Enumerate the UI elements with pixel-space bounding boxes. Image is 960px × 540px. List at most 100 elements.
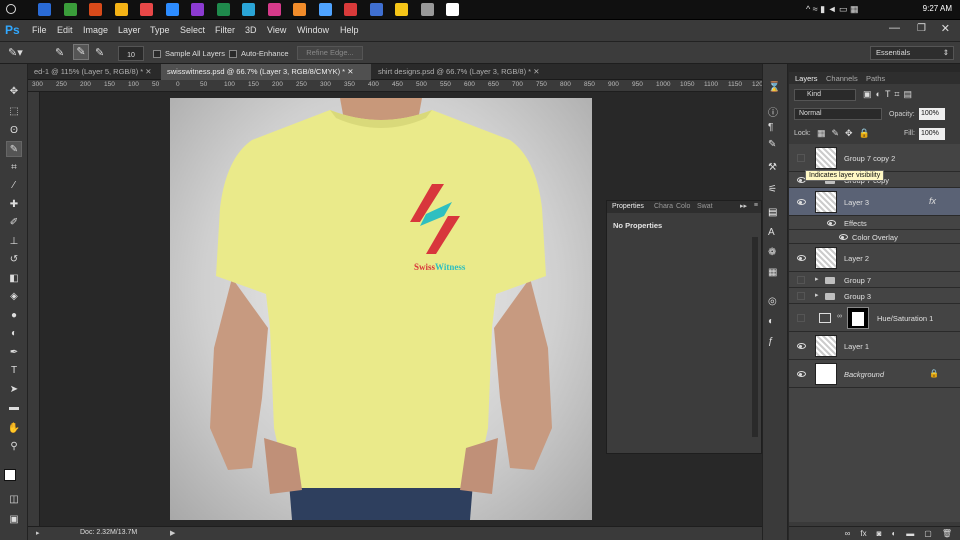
- properties-icon[interactable]: ▤: [768, 207, 777, 218]
- layer-row-group-3[interactable]: ▸ Group 3: [789, 288, 960, 304]
- visibility-toggle-off[interactable]: [797, 292, 805, 300]
- quick-selection-tool-icon[interactable]: ✎▾: [8, 46, 23, 59]
- add-style-icon[interactable]: fx: [860, 529, 866, 538]
- marquee-tool-icon[interactable]: ⬚: [6, 104, 22, 120]
- layer-row-group-7[interactable]: ▸ Group 7: [789, 272, 960, 288]
- adjustments-icon[interactable]: ⚟: [768, 184, 777, 195]
- dodge-tool-icon[interactable]: ◐: [6, 326, 22, 342]
- menu-help[interactable]: Help: [340, 25, 359, 35]
- add-to-selection-icon[interactable]: ✎: [73, 44, 89, 60]
- paint-bucket-tool-icon[interactable]: ◈: [6, 289, 22, 305]
- zoom-tool-icon[interactable]: ⚲: [6, 439, 22, 455]
- workspace-select[interactable]: Essentials ⇕: [870, 46, 954, 60]
- paragraph-icon[interactable]: ¶: [768, 122, 773, 133]
- collapse-icon[interactable]: ▸▸: [740, 202, 747, 210]
- tab-shirt-designs[interactable]: shirt designs.psd @ 66.7% (Layer 3, RGB/…: [372, 64, 562, 80]
- status-menu-icon[interactable]: ▶: [170, 529, 175, 537]
- layer-color-overlay-row[interactable]: Color Overlay: [789, 230, 960, 244]
- link-layers-icon[interactable]: ∞: [845, 529, 851, 538]
- screen-mode-icon[interactable]: ▣: [6, 512, 22, 528]
- menu-select[interactable]: Select: [180, 25, 205, 35]
- foreground-color-swatch[interactable]: [4, 469, 16, 481]
- pen-tool-icon[interactable]: ✒: [6, 345, 22, 361]
- blend-mode-select[interactable]: Normal: [794, 108, 882, 120]
- eyedropper-tool-icon[interactable]: ⁄: [6, 178, 22, 194]
- properties-scrollbar[interactable]: [752, 237, 758, 437]
- taskbar-app-icon[interactable]: [114, 3, 128, 16]
- menu-3d[interactable]: 3D: [245, 25, 257, 35]
- new-group-icon[interactable]: ▬: [906, 529, 914, 538]
- lasso-tool-icon[interactable]: ʘ: [6, 123, 22, 139]
- taskbar-app-icon[interactable]: [446, 3, 459, 16]
- eye-icon[interactable]: [797, 199, 806, 205]
- quick-mask-icon[interactable]: ◫: [6, 492, 22, 508]
- system-tray-icons[interactable]: ^ ≈ ▮ ◄ ▭ ▦: [806, 4, 859, 15]
- lock-icons[interactable]: ▦✎✥🔒: [817, 128, 876, 139]
- close-icon[interactable]: ✕: [941, 22, 950, 35]
- healing-brush-tool-icon[interactable]: ✚: [6, 197, 22, 213]
- restore-icon[interactable]: ❐: [917, 23, 926, 34]
- taskbar-app-icon[interactable]: [369, 3, 383, 16]
- taskbar-app-icon[interactable]: [420, 3, 434, 16]
- document-canvas[interactable]: SwissWitness: [170, 98, 592, 520]
- menu-layer[interactable]: Layer: [118, 25, 141, 35]
- taskbar-app-icon[interactable]: [140, 3, 153, 16]
- tab-swatches[interactable]: Swat: [697, 203, 713, 210]
- tab-document-1[interactable]: ed-1 @ 115% (Layer 5, RGB/8) * ✕: [28, 64, 160, 80]
- start-search-icon[interactable]: [6, 4, 16, 14]
- history-icon[interactable]: ⌛: [768, 82, 780, 93]
- eye-icon[interactable]: [797, 343, 806, 349]
- visibility-toggle-off[interactable]: [797, 314, 805, 322]
- brush-presets-icon[interactable]: ✎: [768, 139, 776, 150]
- color-icon[interactable]: ❁: [768, 247, 776, 258]
- taskbar-app-icon[interactable]: [267, 3, 281, 16]
- close-icon[interactable]: ✕: [145, 67, 151, 76]
- type-tool-icon[interactable]: T: [6, 363, 22, 379]
- auto-enhance-checkbox[interactable]: Auto-Enhance: [229, 49, 289, 59]
- tab-color[interactable]: Colo: [676, 203, 690, 210]
- history-brush-tool-icon[interactable]: ↺: [6, 252, 22, 268]
- menu-image[interactable]: Image: [83, 25, 108, 35]
- taskbar-app-icon[interactable]: [165, 3, 179, 16]
- blur-tool-icon[interactable]: ●: [6, 308, 22, 324]
- menu-type[interactable]: Type: [150, 25, 170, 35]
- fx-icon[interactable]: fx: [929, 196, 936, 206]
- styles-icon[interactable]: ◐: [768, 316, 774, 327]
- move-tool-icon[interactable]: ✥: [6, 84, 22, 100]
- layer-row-group-7-copy-2[interactable]: Group 7 copy 2: [789, 144, 960, 172]
- taskbar-app-icon[interactable]: [242, 3, 255, 16]
- expand-arrow-icon[interactable]: ▸: [815, 291, 819, 299]
- taskbar-app-icon[interactable]: [191, 3, 204, 16]
- menu-edit[interactable]: Edit: [57, 25, 73, 35]
- brush-tool-icon[interactable]: ✐: [6, 215, 22, 231]
- new-selection-icon[interactable]: ✎: [55, 46, 64, 59]
- taskbar-app-icon[interactable]: [344, 3, 357, 16]
- close-icon[interactable]: ✕: [533, 67, 539, 76]
- new-adjustment-icon[interactable]: ◐: [891, 529, 896, 538]
- layer-row-layer-1[interactable]: Layer 1: [789, 332, 960, 360]
- path-selection-tool-icon[interactable]: ➤: [6, 382, 22, 398]
- refine-edge-button[interactable]: Refine Edge...: [297, 46, 363, 60]
- fill-input[interactable]: 100%: [919, 128, 945, 140]
- eye-icon[interactable]: [827, 220, 836, 226]
- brush-size-picker[interactable]: 10: [118, 46, 144, 61]
- layer-row-layer-3[interactable]: Layer 3 fx: [789, 188, 960, 216]
- hand-tool-icon[interactable]: ✋: [6, 421, 22, 437]
- new-layer-icon[interactable]: ▢: [924, 529, 932, 538]
- menu-view[interactable]: View: [267, 25, 286, 35]
- crop-tool-icon[interactable]: ⌗: [6, 160, 22, 176]
- rectangle-tool-icon[interactable]: ▬: [6, 400, 22, 416]
- opacity-input[interactable]: 100%: [919, 108, 945, 120]
- panel-menu-icon[interactable]: ≡: [754, 202, 758, 209]
- sample-all-layers-checkbox[interactable]: Sample All Layers: [153, 49, 225, 59]
- menu-filter[interactable]: Filter: [215, 25, 235, 35]
- tab-character[interactable]: Chara: [654, 203, 673, 210]
- taskbar-app-icon[interactable]: [318, 3, 332, 16]
- add-mask-icon[interactable]: ◙: [877, 529, 882, 538]
- actions-icon[interactable]: ƒ: [768, 336, 774, 347]
- taskbar-app-icon[interactable]: [89, 3, 102, 16]
- taskbar-app-icon[interactable]: [63, 3, 77, 16]
- delete-layer-icon[interactable]: 🗑: [942, 529, 952, 538]
- subtract-selection-icon[interactable]: ✎: [95, 46, 104, 59]
- minimize-icon[interactable]: —: [889, 22, 900, 34]
